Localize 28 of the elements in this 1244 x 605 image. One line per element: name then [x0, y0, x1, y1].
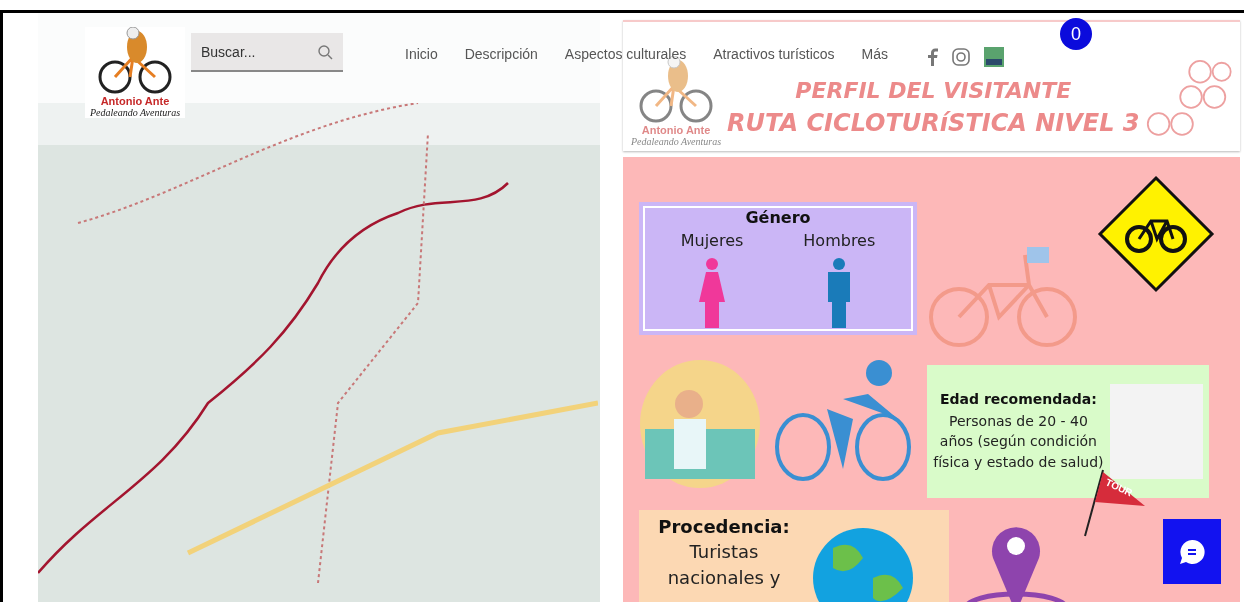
- man-icon: [826, 258, 853, 329]
- origin-text: Turistas nacionales y: [666, 540, 782, 591]
- image-icon[interactable]: [984, 47, 1005, 67]
- logo-tagline: Pedaleando Aventuras: [631, 136, 722, 147]
- facebook-icon[interactable]: [928, 48, 939, 66]
- chat-button[interactable]: [1163, 519, 1221, 584]
- age-heading: Edad recomendada:: [939, 391, 1098, 408]
- search-icon: [317, 44, 333, 60]
- nav-link[interactable]: Aspectos culturales: [564, 46, 687, 62]
- infographic-title: PERFIL DEL VISITANTE: [795, 78, 1072, 103]
- nav-link[interactable]: Descripción: [464, 46, 538, 62]
- gender-label: Mujeres: [680, 230, 744, 252]
- logo-title: Antonio Ante: [100, 95, 170, 107]
- nav-link[interactable]: Más: [861, 46, 889, 62]
- chat-icon: [1178, 537, 1206, 566]
- nav-link[interactable]: Atractivos turísticos: [713, 46, 835, 62]
- origin-heading: Procedencia:: [657, 516, 791, 537]
- globe-icon: [813, 528, 913, 602]
- instagram-icon[interactable]: [952, 48, 971, 66]
- woman-icon: [697, 258, 727, 329]
- infographic-subtitle: RUTA CICLOTURíSTICA NIVEL 3: [727, 109, 1140, 137]
- logo-title: Antonio Ante: [641, 124, 711, 136]
- gender-heading: Género: [745, 208, 811, 227]
- gender-label: Hombres: [803, 230, 876, 252]
- logo-tagline: Pedaleando Aventuras: [89, 107, 181, 118]
- bicycle-sign-icon: [1097, 175, 1215, 293]
- nav-link[interactable]: Inicio: [405, 46, 438, 62]
- search-field[interactable]: Buscar...: [191, 33, 343, 72]
